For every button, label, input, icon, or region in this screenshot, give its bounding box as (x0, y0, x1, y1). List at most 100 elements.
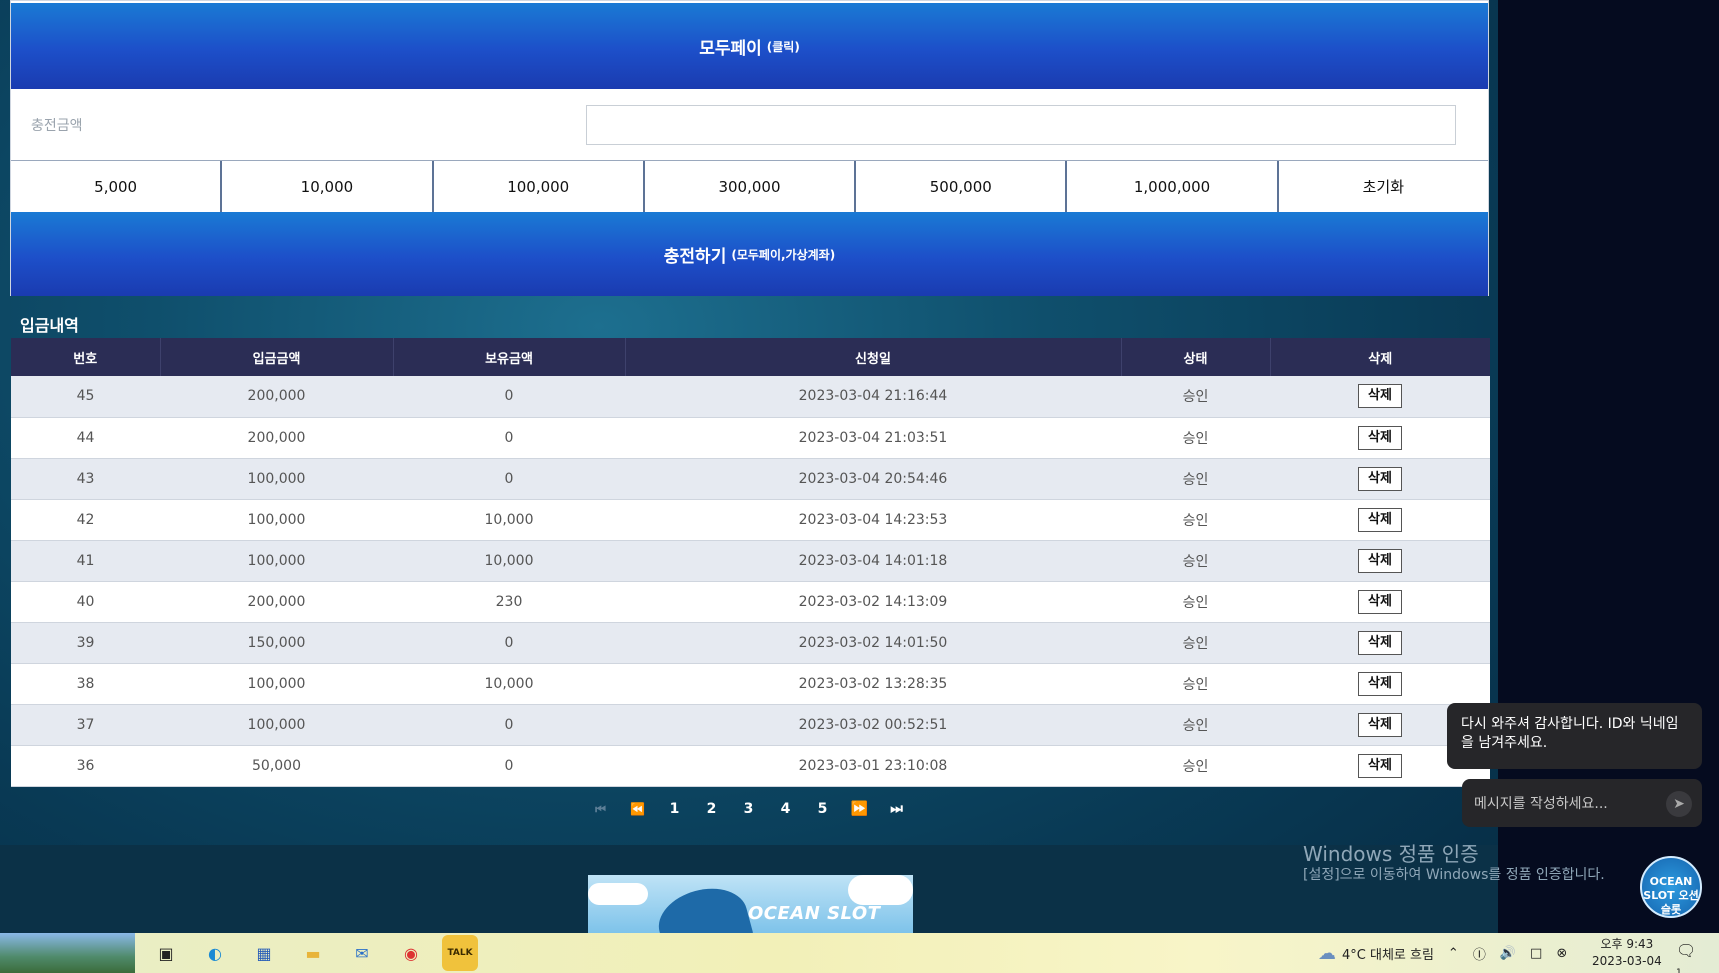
notification-center-icon[interactable]: 🗨1 (1676, 941, 1700, 973)
cell-deposit: 200,000 (160, 581, 393, 623)
cell-date: 2023-03-02 00:52:51 (625, 704, 1121, 746)
table-row: 44 200,000 0 2023-03-04 21:03:51 승인 삭제 (11, 417, 1490, 459)
task-view-icon[interactable]: ▣ (148, 935, 184, 971)
table-row: 45 200,000 0 2023-03-04 21:16:44 승인 삭제 (11, 376, 1490, 418)
clock-time: 오후 9:43 (1600, 937, 1654, 951)
page-link-3[interactable]: 3 (730, 801, 767, 817)
quick-amount-300000-button[interactable]: 300,000 (644, 161, 857, 212)
cell-balance: 0 (393, 704, 625, 746)
quick-amount-row: 5,000 10,000 100,000 300,000 500,000 1,0… (11, 160, 1488, 212)
cell-number: 39 (11, 622, 160, 664)
amount-input[interactable] (586, 105, 1456, 145)
weather-text[interactable]: 4°C 대체로 흐림 (1342, 944, 1434, 963)
file-explorer-icon[interactable]: ▬ (295, 935, 331, 971)
delete-button[interactable]: 삭제 (1358, 671, 1402, 696)
delete-button[interactable]: 삭제 (1358, 507, 1402, 532)
cell-status: 승인 (1121, 499, 1270, 541)
table-row: 36 50,000 0 2023-03-01 23:10:08 승인 삭제 (11, 745, 1490, 787)
column-header-date: 신청일 (625, 338, 1122, 376)
cell-delete: 삭제 (1270, 458, 1490, 500)
page-link-2[interactable]: 2 (693, 801, 730, 817)
cell-balance: 10,000 (393, 499, 625, 541)
delete-button[interactable]: 삭제 (1358, 589, 1402, 614)
chrome-icon[interactable]: ◉ (393, 935, 429, 971)
cell-date: 2023-03-02 14:01:50 (625, 622, 1121, 664)
chat-message-input[interactable]: 메시지를 작성하세요... ➤ (1462, 779, 1702, 827)
cell-deposit: 150,000 (160, 622, 393, 664)
store-icon[interactable]: ▦ (246, 935, 282, 971)
column-header-balance: 보유금액 (393, 338, 626, 376)
cell-balance: 0 (393, 376, 625, 418)
table-row: 39 150,000 0 2023-03-02 14:01:50 승인 삭제 (11, 622, 1490, 664)
table-row: 40 200,000 230 2023-03-02 14:13:09 승인 삭제 (11, 581, 1490, 623)
banner-text: OCEAN SLOT (748, 903, 881, 924)
ocean-slot-banner[interactable]: OCEAN SLOT (588, 875, 913, 933)
delete-button[interactable]: 삭제 (1358, 753, 1402, 778)
last-page-icon[interactable]: ⏭ (878, 801, 915, 817)
column-header-number: 번호 (11, 338, 161, 376)
delete-button[interactable]: 삭제 (1358, 384, 1402, 409)
cell-date: 2023-03-02 13:28:35 (625, 663, 1121, 705)
quick-amount-5000-button[interactable]: 5,000 (11, 161, 223, 212)
modupay-button[interactable]: 모두페이 (클릭) (11, 3, 1488, 89)
cell-number: 36 (11, 745, 160, 787)
cell-date: 2023-03-04 14:23:53 (625, 499, 1121, 541)
table-row: 42 100,000 10,000 2023-03-04 14:23:53 승인 삭제 (11, 499, 1490, 541)
page-link-5[interactable]: 5 (804, 801, 841, 817)
charge-submit-button[interactable]: 충전하기 (모두페이,가상계좌) (11, 212, 1488, 296)
quick-amount-1000000-button[interactable]: 1,000,000 (1067, 161, 1279, 212)
cell-number: 40 (11, 581, 160, 623)
cell-status: 승인 (1121, 540, 1270, 582)
page-link-1[interactable]: 1 (656, 801, 693, 817)
weather-icon[interactable]: ☁ (1318, 943, 1336, 964)
column-header-deposit: 입금금액 (160, 338, 394, 376)
chat-launcher-logo[interactable]: OCEAN SLOT 오션슬롯 (1640, 856, 1702, 918)
prev-page-icon[interactable]: ⏪ (619, 802, 656, 816)
cloud-shape (588, 883, 648, 905)
next-page-icon[interactable]: ⏩ (841, 801, 878, 817)
cell-date: 2023-03-01 23:10:08 (625, 745, 1121, 787)
cell-deposit: 100,000 (160, 499, 393, 541)
chevron-up-icon[interactable]: ⌃ (1448, 946, 1459, 961)
start-button[interactable] (0, 933, 135, 973)
delete-button[interactable]: 삭제 (1358, 466, 1402, 491)
cell-delete: 삭제 (1270, 376, 1490, 418)
ime-icon[interactable]: Ⓘ (1473, 944, 1486, 963)
volume-icon[interactable]: 🔊 (1500, 946, 1516, 961)
cell-number: 37 (11, 704, 160, 746)
edge-icon[interactable]: ◐ (197, 935, 233, 971)
cell-balance: 0 (393, 458, 625, 500)
cell-delete: 삭제 (1270, 581, 1490, 623)
quick-amount-500000-button[interactable]: 500,000 (856, 161, 1068, 212)
kakaotalk-icon[interactable]: TALK (442, 935, 478, 971)
table-row: 38 100,000 10,000 2023-03-02 13:28:35 승인 삭제 (11, 663, 1490, 705)
deposit-history-table: 번호 입금금액 보유금액 신청일 상태 삭제 45 200,000 0 2023-03… (11, 338, 1490, 787)
quick-amount-100000-button[interactable]: 100,000 (433, 161, 645, 212)
charge-panel: 모두페이 (클릭) 충전금액 5,000 10,000 100,000 300,… (10, 0, 1489, 296)
cell-number: 44 (11, 417, 160, 459)
delete-button[interactable]: 삭제 (1358, 548, 1402, 573)
cell-number: 45 (11, 376, 160, 418)
cell-deposit: 100,000 (160, 458, 393, 500)
cell-deposit: 100,000 (160, 540, 393, 582)
page-link-4[interactable]: 4 (767, 801, 804, 817)
cell-status: 승인 (1121, 622, 1270, 664)
charge-submit-label: 충전하기 (663, 246, 727, 267)
quick-amount-10000-button[interactable]: 10,000 (222, 161, 434, 212)
cell-balance: 10,000 (393, 663, 625, 705)
network-icon[interactable]: □ (1530, 946, 1542, 961)
delete-button[interactable]: 삭제 (1358, 630, 1402, 655)
delete-button[interactable]: 삭제 (1358, 712, 1402, 737)
mail-icon[interactable]: ✉ (344, 935, 380, 971)
first-page-icon[interactable]: ⏮ (582, 802, 619, 817)
close-circle-icon[interactable]: ⊗ (1556, 946, 1567, 961)
reset-button[interactable]: 초기화 (1278, 161, 1488, 212)
clock-date: 2023-03-04 (1592, 954, 1662, 968)
cell-status: 승인 (1121, 581, 1270, 623)
delete-button[interactable]: 삭제 (1358, 425, 1402, 450)
cell-delete: 삭제 (1270, 417, 1490, 459)
taskbar-clock[interactable]: 오후 9:43 2023-03-04 (1592, 936, 1662, 970)
table-row: 43 100,000 0 2023-03-04 20:54:46 승인 삭제 (11, 458, 1490, 500)
cell-delete: 삭제 (1270, 499, 1490, 541)
send-icon[interactable]: ➤ (1666, 791, 1692, 817)
